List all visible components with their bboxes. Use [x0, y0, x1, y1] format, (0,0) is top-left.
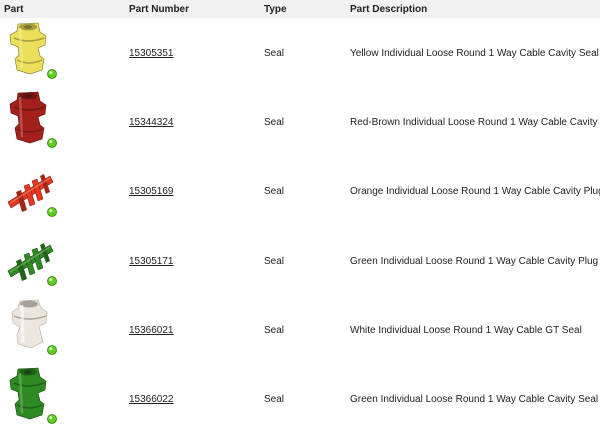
part-type: Seal [264, 325, 285, 336]
table-row: 15344324 Seal Red-Brown Individual Loose… [0, 87, 600, 156]
green-dot-highlight [49, 140, 53, 144]
green-dot-icon [47, 207, 57, 217]
header-part-number: Part Number [129, 4, 190, 15]
part-shape [7, 243, 57, 286]
part-image [0, 294, 64, 363]
part-shape [11, 299, 57, 355]
part-number-link[interactable]: 15344324 [129, 117, 174, 128]
part-shape [9, 367, 57, 424]
table-row: 15366021 Seal White Individual Loose Rou… [0, 294, 600, 363]
green-dot-highlight [49, 278, 53, 282]
table-row: 15305169 Seal Orange Individual Loose Ro… [0, 156, 600, 225]
part-type: Seal [264, 186, 285, 197]
green-dot-highlight [49, 71, 53, 75]
table-row: 15305351 Seal Yellow Individual Loose Ro… [0, 18, 600, 87]
green-dot-icon [47, 414, 57, 424]
part-image [0, 87, 64, 156]
green-dot-highlight [49, 347, 53, 351]
table-row: 15366022 Seal Green Individual Loose Rou… [0, 363, 600, 432]
green-dot-highlight [49, 209, 53, 213]
part-description: Red-Brown Individual Loose Round 1 Way C… [350, 117, 600, 128]
part-type: Seal [264, 48, 285, 59]
header-type: Type [264, 4, 287, 15]
part-shape [9, 91, 57, 148]
part-image [0, 156, 64, 225]
part-number-link[interactable]: 15305171 [129, 256, 174, 267]
part-type: Seal [264, 256, 285, 267]
green-dot-icon [47, 69, 57, 79]
header-part: Part [4, 4, 24, 15]
part-description: Green Individual Loose Round 1 Way Cable… [350, 256, 599, 267]
green-dot-highlight [49, 416, 53, 420]
part-description: Yellow Individual Loose Round 1 Way Cabl… [350, 48, 599, 59]
part-type: Seal [264, 394, 285, 405]
green-dot-icon [47, 345, 57, 355]
parts-table: Part Part Number Type Part Description 1… [0, 0, 600, 436]
part-shape [9, 22, 57, 79]
part-number-link[interactable]: 15305351 [129, 48, 174, 59]
green-dot-icon [47, 276, 57, 286]
part-type: Seal [264, 117, 285, 128]
part-image [0, 225, 64, 294]
part-image [0, 363, 64, 432]
header-description: Part Description [350, 4, 428, 15]
table-header: Part Part Number Type Part Description [0, 0, 600, 18]
part-number-link[interactable]: 15366021 [129, 325, 174, 336]
part-description: White Individual Loose Round 1 Way Cable… [350, 325, 582, 336]
part-shape [7, 174, 57, 217]
part-description: Green Individual Loose Round 1 Way Cable… [350, 394, 599, 405]
part-image [0, 18, 64, 87]
part-description: Orange Individual Loose Round 1 Way Cabl… [350, 186, 600, 197]
table-row: 15305171 Seal Green Individual Loose Rou… [0, 225, 600, 294]
green-dot-icon [47, 138, 57, 148]
part-number-link[interactable]: 15366022 [129, 394, 174, 405]
part-number-link[interactable]: 15305169 [129, 186, 174, 197]
